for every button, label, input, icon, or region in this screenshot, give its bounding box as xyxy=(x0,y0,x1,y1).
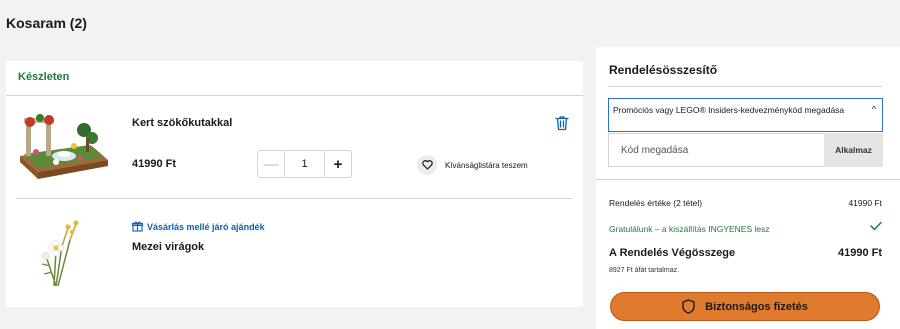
quantity-stepper: — 1 + xyxy=(257,150,352,178)
promo-code-toggle[interactable]: Promóciós vagy LEGO® Insiders-kedvezmény… xyxy=(608,98,883,132)
product-image-garden-fountain[interactable] xyxy=(16,110,108,182)
trash-icon[interactable] xyxy=(555,115,569,131)
heart-icon xyxy=(417,155,437,175)
vat-note: 8927 Ft áfát tartalmaz. xyxy=(609,267,680,274)
promo-toggle-label: Promóciós vagy LEGO® Insiders-kedvezmény… xyxy=(613,105,845,115)
order-summary-panel: Rendelésösszesítő Promóciós vagy LEGO® I… xyxy=(596,47,900,329)
page-title: Kosaram (2) xyxy=(6,15,87,31)
apply-promo-button[interactable]: Alkalmaz xyxy=(824,133,883,167)
product-name[interactable]: Mezei virágok xyxy=(132,241,204,253)
promo-code-form: Alkalmaz xyxy=(608,133,883,167)
wishlist-label: Kívánságlistára teszem xyxy=(445,160,528,170)
order-value-amount: 41990 Ft xyxy=(848,198,882,208)
cart-panel: Készleten Kert szökőkutakkal 41990 Ft — … xyxy=(6,61,583,307)
order-total-label: A Rendelés Végösszege xyxy=(609,247,736,259)
chevron-up-icon: ^ xyxy=(871,104,876,114)
secure-checkout-button[interactable]: Biztonságos fizetés xyxy=(610,292,880,321)
quantity-value[interactable]: 1 xyxy=(285,151,324,177)
promo-code-input[interactable] xyxy=(608,133,824,167)
check-icon xyxy=(870,221,882,231)
product-image-wildflowers[interactable] xyxy=(32,216,88,288)
divider xyxy=(6,95,583,96)
free-shipping-message: Gratulálunk – a kiszállítás INGYENES les… xyxy=(609,224,770,234)
gift-badge: Vásárlás mellé járó ajándék xyxy=(132,221,265,232)
order-total-amount: 41990 Ft xyxy=(837,247,882,259)
decrease-quantity-button[interactable]: — xyxy=(258,151,285,177)
shield-icon xyxy=(682,299,695,314)
divider xyxy=(608,86,882,87)
increase-quantity-button[interactable]: + xyxy=(324,151,351,177)
secure-checkout-label: Biztonságos fizetés xyxy=(705,300,808,313)
divider xyxy=(596,179,900,180)
add-to-wishlist-button[interactable]: Kívánságlistára teszem xyxy=(417,155,528,175)
order-summary-title: Rendelésösszesítő xyxy=(609,63,718,77)
gift-icon xyxy=(132,221,143,232)
order-value-label: Rendelés értéke (2 tétel) xyxy=(609,198,703,208)
gift-label: Vásárlás mellé járó ajándék xyxy=(147,221,265,232)
product-price: 41990 Ft xyxy=(132,158,177,170)
divider xyxy=(16,198,573,199)
product-name[interactable]: Kert szökőkutakkal xyxy=(132,117,232,129)
stock-status-heading: Készleten xyxy=(18,71,70,83)
